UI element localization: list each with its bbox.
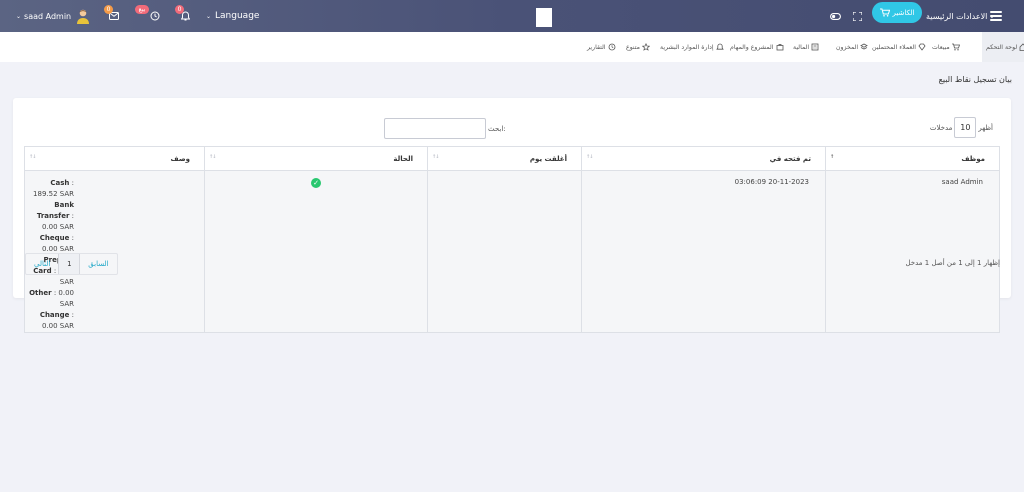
nav-item-label: إدارة الموارد البشرية (660, 43, 714, 51)
pagination: التالي 1 السابق (25, 253, 118, 275)
user-menu-dropdown[interactable]: ⌄ saad Admin (16, 0, 71, 32)
star-icon (641, 43, 650, 51)
column-header-status[interactable]: ↑↓ الحالة (204, 146, 428, 171)
pos-button-label: الكاشير (892, 8, 915, 17)
sort-icon: ↑↓ (209, 154, 216, 160)
diamond-icon (918, 43, 926, 51)
pos-register-table: ↑↓ وصف ↑↓ الحالة ↑↓ أغلقت يوم ↑↓ تم فتحه في … (24, 146, 1000, 333)
nav-item-inventory[interactable]: المخزون (836, 42, 868, 52)
language-label: Language (215, 11, 260, 21)
notifications-button[interactable]: 0 (175, 0, 190, 32)
column-header-description[interactable]: ↑↓ وصف (24, 146, 205, 171)
nav-item-label: مبيعات (932, 43, 950, 51)
payment-line: Cash : 189.52 SAR (33, 179, 74, 198)
language-dropdown[interactable]: ⌄ Language (206, 0, 259, 32)
column-header-employee[interactable]: ↑ موظف (825, 146, 1000, 171)
chevron-down-icon: ⌄ (16, 12, 22, 20)
calculator-icon (811, 43, 819, 51)
page-length-select[interactable]: 10 (954, 117, 977, 138)
settings-label: الاعدادات الرئيسية (926, 11, 988, 21)
user-name: saad Admin (24, 11, 72, 21)
closed-at-cell (427, 170, 582, 333)
search-label: ابحث: (488, 124, 506, 133)
status-cell: ✓ (204, 170, 428, 333)
expand-icon (853, 11, 862, 21)
description-cell: Cash : 189.52 SAR Bank Transfer : 0.00 S… (24, 170, 205, 333)
notification-badge: 0 (175, 5, 184, 14)
chevron-down-icon: ⌄ (989, 12, 995, 20)
nav-item-label: المالية (793, 43, 810, 51)
chevron-down-icon: ⌄ (206, 12, 212, 20)
top-bar: الاعدادات الرئيسية ⌄ الكاشير ⌄ Language … (0, 0, 1024, 32)
entries-label: مدخلات (929, 123, 953, 132)
show-label: أظهر (978, 123, 993, 132)
payment-line: Change : 0.00 SAR (39, 311, 74, 330)
theme-toggle-button[interactable] (830, 0, 842, 32)
search-input[interactable] (384, 118, 486, 139)
activity-badge: بيع (135, 5, 149, 14)
nav-item-sales[interactable]: مبيعات (932, 42, 960, 52)
mail-badge: 0 (104, 5, 113, 14)
nav-item-finance[interactable]: المالية (793, 42, 819, 52)
cart-icon (951, 43, 960, 51)
nav-item-label: التقارير (587, 43, 606, 51)
layers-icon (860, 43, 868, 50)
nav-item-label: المشروع والمهام (730, 43, 774, 51)
employee-cell: saad Admin (825, 170, 1000, 333)
user-avatar[interactable] (76, 0, 90, 32)
nav-item-misc[interactable]: متنوع (626, 42, 650, 52)
opened-at-cell: 03:06:09 20-11-2023 (581, 170, 826, 333)
sort-icon: ↑↓ (29, 154, 36, 160)
messages-button[interactable]: 0 (104, 0, 119, 32)
page-title: بيان تسجيل نقاط البيع (938, 75, 1012, 84)
clock-icon (150, 11, 160, 21)
page-length-control: أظهر 10 مدخلات (930, 117, 993, 138)
nav-item-label: لوحة التحكم (986, 43, 1018, 51)
sort-icon: ↑↓ (432, 154, 439, 160)
nav-item-hr[interactable]: إدارة الموارد البشرية (660, 42, 724, 52)
pos-button[interactable]: الكاشير (872, 2, 922, 23)
nav-item-label: متنوع (626, 43, 640, 51)
sort-icon: ↑ (830, 154, 834, 160)
briefcase-icon (776, 44, 783, 51)
cart-icon (879, 8, 890, 17)
page-1-button[interactable]: 1 (58, 254, 81, 274)
main-nav: لوحة التحكم مبيعات العملاء المحتملين الم… (0, 32, 1024, 62)
column-header-opened-at[interactable]: ↑↓ تم فتحه في (581, 146, 826, 171)
clock-icon (608, 43, 616, 51)
payment-line: Cheque : 0.00 SAR (39, 234, 74, 253)
search-control: ابحث: (384, 118, 506, 139)
nav-item-label: العملاء المحتملين (872, 43, 916, 51)
sort-icon: ↑↓ (586, 154, 593, 160)
previous-page-button[interactable]: السابق (80, 254, 116, 274)
nav-item-dashboard[interactable]: لوحة التحكم (982, 32, 1024, 62)
main-settings-dropdown[interactable]: الاعدادات الرئيسية ⌄ (926, 0, 996, 32)
nav-item-leads[interactable]: العملاء المحتملين (872, 42, 926, 52)
home-icon (1019, 43, 1024, 51)
bell-icon (715, 43, 724, 50)
logo (536, 8, 552, 27)
column-header-closed-at[interactable]: ↑↓ أغلقت يوم (427, 146, 582, 171)
nav-item-reports[interactable]: التقارير (587, 42, 616, 52)
nav-item-projects[interactable]: المشروع والمهام (730, 42, 784, 52)
table-row: Cash : 189.52 SAR Bank Transfer : 0.00 S… (24, 170, 1000, 333)
table-header-row: ↑↓ وصف ↑↓ الحالة ↑↓ أغلقت يوم ↑↓ تم فتحه في … (24, 146, 1000, 171)
fullscreen-button[interactable] (853, 0, 863, 32)
table-info: إظهار 1 إلى 1 من أصل 1 مدخل (905, 259, 1001, 267)
nav-item-label: المخزون (836, 43, 859, 51)
next-page-button[interactable]: التالي (26, 254, 58, 274)
check-circle-icon: ✓ (311, 178, 321, 188)
payment-line: Bank Transfer : 0.00 SAR (36, 201, 74, 231)
content-card: أظهر 10 مدخلات ابحث: ↑↓ وصف ↑↓ الحالة ↑↓ أغ… (13, 98, 1011, 333)
toggle-icon (830, 12, 841, 20)
payment-line: Other : 0.00 SAR (29, 289, 74, 308)
recent-activity-button[interactable]: بيع (135, 0, 160, 32)
avatar (77, 9, 89, 24)
